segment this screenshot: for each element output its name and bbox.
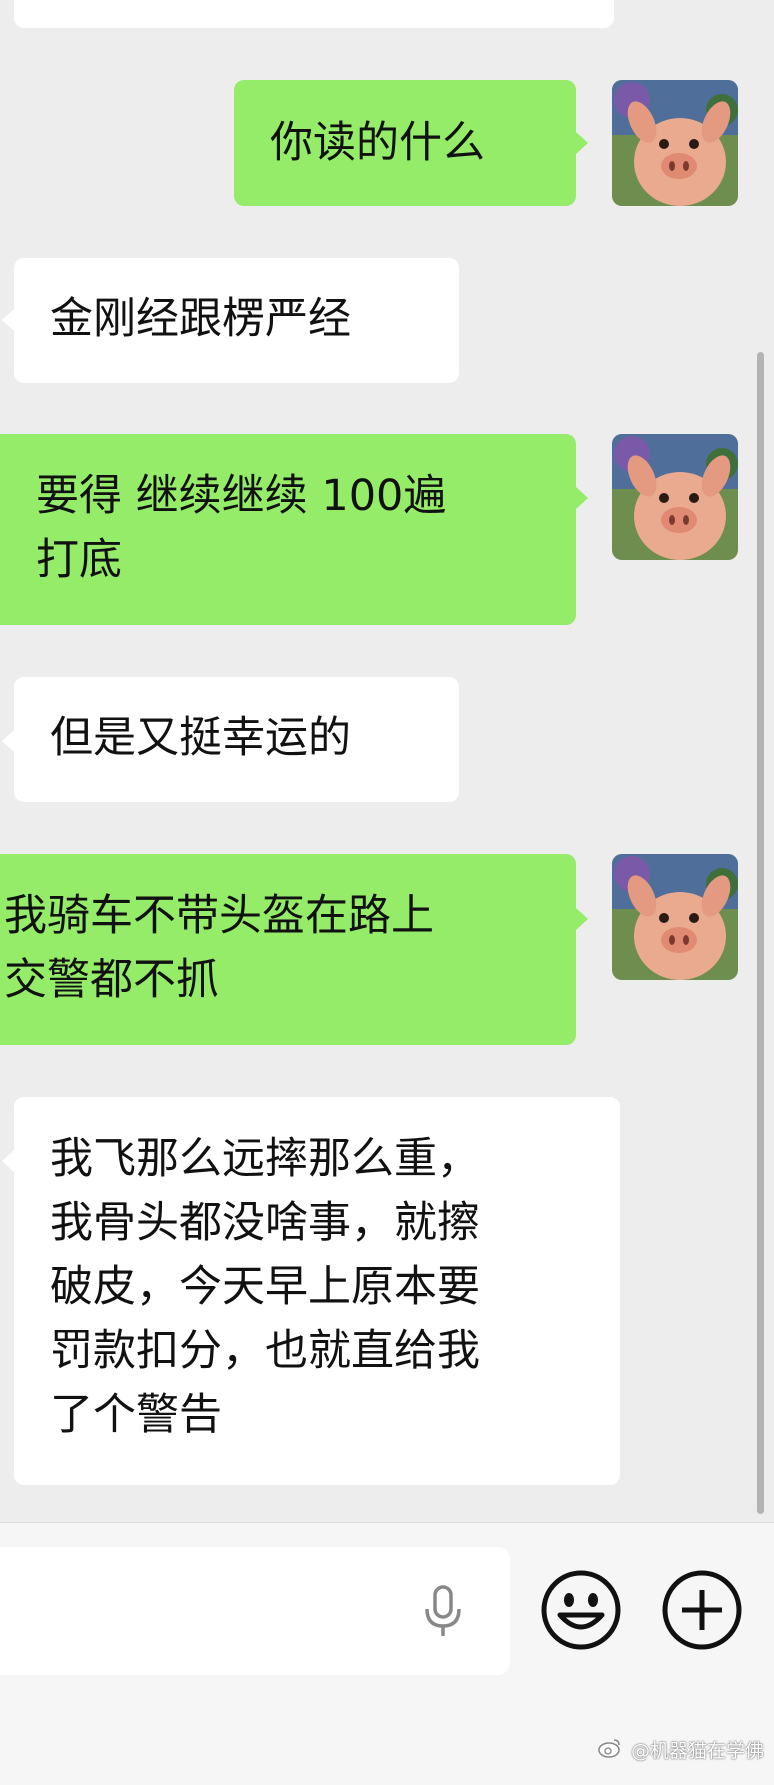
emoji-icon[interactable] — [540, 1569, 622, 1651]
bubble-tail — [576, 132, 588, 154]
message-bubble-incoming[interactable]: 但是又挺幸运的 — [14, 677, 459, 802]
avatar[interactable] — [612, 434, 738, 560]
weibo-logo-icon — [598, 1739, 620, 1758]
pig-avatar-icon — [612, 434, 738, 560]
plus-icon[interactable] — [661, 1569, 743, 1651]
message-bubble-incoming[interactable] — [14, 0, 614, 28]
message-bubble-outgoing[interactable]: 我骑车不带头盔在路上 交警都不抓 — [0, 854, 576, 1045]
microphone-icon[interactable] — [418, 1583, 468, 1641]
message-bubble-outgoing[interactable]: 要得 继续继续 100遍 打底 — [0, 434, 576, 625]
bubble-tail — [576, 487, 588, 509]
chat-message-list[interactable]: 你读的什么 金刚经跟楞严经 要得 继续继续 100遍 打底 但是又挺幸运的 我骑… — [0, 0, 774, 1522]
pig-avatar-icon — [612, 80, 738, 206]
message-bubble-outgoing[interactable]: 你读的什么 — [234, 80, 576, 206]
avatar[interactable] — [612, 80, 738, 206]
watermark: @机器猫在学佛 — [630, 1740, 764, 1762]
bubble-tail — [2, 309, 14, 331]
avatar[interactable] — [612, 854, 738, 980]
message-input[interactable] — [0, 1547, 510, 1675]
scrollbar[interactable] — [757, 352, 764, 1514]
bubble-tail — [2, 730, 14, 752]
message-bubble-incoming[interactable]: 金刚经跟楞严经 — [14, 258, 459, 383]
pig-avatar-icon — [612, 854, 738, 980]
bubble-tail — [2, 1150, 14, 1172]
message-bubble-incoming[interactable]: 我飞那么远摔那么重， 我骨头都没啥事，就擦 破皮，今天早上原本要 罚款扣分，也就… — [14, 1097, 620, 1485]
bubble-tail — [576, 908, 588, 930]
